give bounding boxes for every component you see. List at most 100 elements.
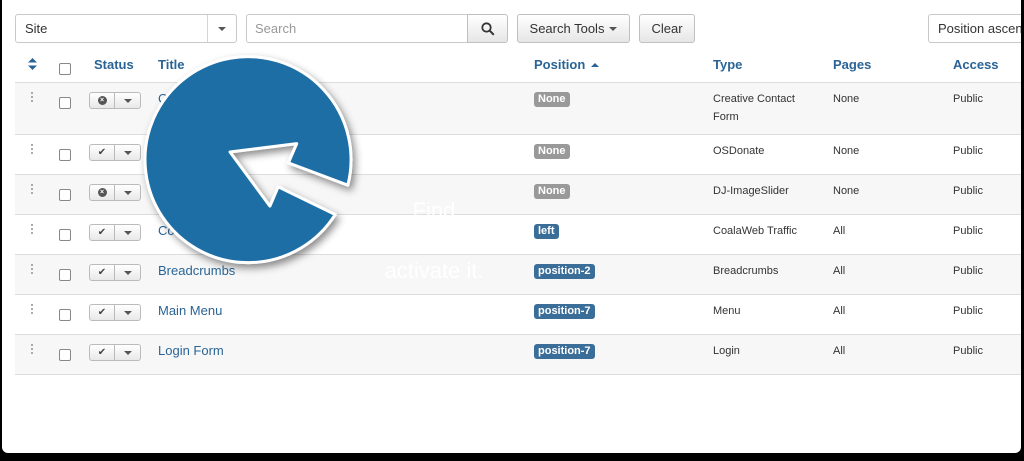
module-title-link[interactable]: OSDonate: [158, 143, 219, 158]
status-button[interactable]: ×: [90, 93, 115, 108]
status-dropdown-button[interactable]: [115, 185, 140, 200]
status-button[interactable]: ✔: [90, 265, 115, 280]
row-checkbox[interactable]: [59, 349, 71, 361]
check-icon: ✔: [97, 147, 107, 158]
status-button[interactable]: ✔: [90, 305, 115, 320]
select-all-checkbox[interactable]: [59, 63, 71, 75]
sort-icon[interactable]: [28, 58, 37, 70]
row-checkbox[interactable]: [59, 269, 71, 281]
site-filter-select[interactable]: Site: [15, 14, 237, 43]
position-badge: position-7: [534, 344, 595, 359]
column-pages[interactable]: Pages: [833, 57, 871, 72]
module-title-link[interactable]: Main Menu: [158, 303, 222, 318]
pages-cell: None: [833, 145, 860, 157]
access-cell: Public: [953, 93, 983, 105]
pages-cell: None: [833, 185, 860, 197]
caret-down-icon: [123, 270, 132, 275]
access-cell: Public: [953, 145, 983, 157]
type-cell: Breadcrumbs: [713, 265, 779, 277]
status-button[interactable]: ✔: [90, 345, 115, 360]
check-icon: ✔: [97, 267, 107, 278]
search-tools-button[interactable]: Search Tools: [517, 14, 630, 43]
drag-handle-icon[interactable]: [31, 224, 34, 234]
chevron-down-icon: [207, 15, 236, 42]
module-title-link[interactable]: Breadcrumbs: [158, 263, 235, 278]
status-dropdown-button[interactable]: [115, 345, 140, 360]
row-checkbox[interactable]: [59, 229, 71, 241]
access-cell: Public: [953, 185, 983, 197]
module-title-link[interactable]: Login Form: [158, 343, 224, 358]
position-badge: position-7: [534, 304, 595, 319]
access-cell: Public: [953, 345, 983, 357]
status-toggle[interactable]: ×: [89, 92, 141, 109]
type-cell: DJ-ImageSlider: [713, 185, 789, 197]
check-icon: ✔: [97, 347, 107, 358]
module-title-link[interactable]: Creative Contact Form: [158, 91, 289, 106]
column-status[interactable]: Status: [94, 57, 134, 72]
caret-down-icon: [123, 98, 132, 103]
status-button[interactable]: ×: [90, 185, 115, 200]
status-dropdown-button[interactable]: [115, 225, 140, 240]
drag-handle-icon[interactable]: [31, 344, 34, 354]
status-toggle[interactable]: ×: [89, 184, 141, 201]
column-position[interactable]: Position: [534, 57, 599, 72]
position-badge: None: [534, 184, 570, 199]
site-filter-value: Site: [25, 21, 48, 36]
module-title-link[interactable]: DJ-ImageSlider: [158, 183, 248, 198]
row-checkbox[interactable]: [59, 309, 71, 321]
table-row: ✔ Main Menu position-7 Menu All Public: [15, 295, 1021, 335]
module-manager: Site Search Tools Clear Position ascendi…: [2, 0, 1021, 453]
status-toggle[interactable]: ✔: [89, 304, 141, 321]
position-badge: position-2: [534, 264, 595, 279]
drag-handle-icon[interactable]: [31, 184, 34, 194]
search-input[interactable]: [246, 14, 468, 43]
search-button[interactable]: [467, 14, 508, 43]
type-cell: Menu: [713, 305, 741, 317]
status-button[interactable]: ✔: [90, 145, 115, 160]
status-dropdown-button[interactable]: [115, 265, 140, 280]
status-toggle[interactable]: ✔: [89, 344, 141, 361]
table-row: ✔ CoalaWeb Traffic left CoalaWeb Traffic…: [15, 215, 1021, 255]
position-badge: left: [534, 224, 559, 239]
type-cell: Login: [713, 345, 740, 357]
x-circle-icon: ×: [97, 96, 107, 105]
drag-handle-icon[interactable]: [31, 144, 34, 154]
drag-handle-icon[interactable]: [31, 304, 34, 314]
status-toggle[interactable]: ✔: [89, 224, 141, 241]
column-title[interactable]: Title: [158, 57, 185, 72]
caret-down-icon: [123, 150, 132, 155]
type-cell: OSDonate: [713, 145, 765, 157]
drag-handle-icon[interactable]: [31, 92, 34, 102]
check-icon: ✔: [97, 227, 107, 238]
row-checkbox[interactable]: [59, 149, 71, 161]
pages-cell: All: [833, 225, 846, 237]
access-cell: Public: [953, 265, 983, 277]
status-button[interactable]: ✔: [90, 225, 115, 240]
status-dropdown-button[interactable]: [115, 305, 140, 320]
drag-handle-icon[interactable]: [31, 264, 34, 274]
table-row: ✔ Breadcrumbs position-2 Breadcrumbs All…: [15, 255, 1021, 295]
sort-ascending-icon: [590, 63, 599, 67]
caret-down-icon: [123, 350, 132, 355]
status-dropdown-button[interactable]: [115, 93, 140, 108]
row-checkbox[interactable]: [59, 189, 71, 201]
x-circle-icon: ×: [97, 188, 107, 197]
status-toggle[interactable]: ✔: [89, 264, 141, 281]
pages-cell: All: [833, 305, 846, 317]
ordering-select[interactable]: Position ascending: [928, 14, 1021, 43]
status-dropdown-button[interactable]: [115, 145, 140, 160]
search-icon: [480, 21, 495, 36]
column-type[interactable]: Type: [713, 57, 742, 72]
status-toggle[interactable]: ✔: [89, 144, 141, 161]
row-checkbox[interactable]: [59, 97, 71, 109]
column-access[interactable]: Access: [953, 57, 999, 72]
position-badge: None: [534, 92, 570, 107]
pages-cell: All: [833, 345, 846, 357]
column-position-label: Position: [534, 57, 586, 72]
module-title-link[interactable]: CoalaWeb Traffic: [158, 223, 257, 238]
clear-button[interactable]: Clear: [639, 14, 695, 43]
position-badge: None: [534, 144, 570, 159]
type-cell: Creative Contact Form: [713, 93, 795, 123]
type-cell: CoalaWeb Traffic: [713, 225, 797, 237]
access-cell: Public: [953, 305, 983, 317]
